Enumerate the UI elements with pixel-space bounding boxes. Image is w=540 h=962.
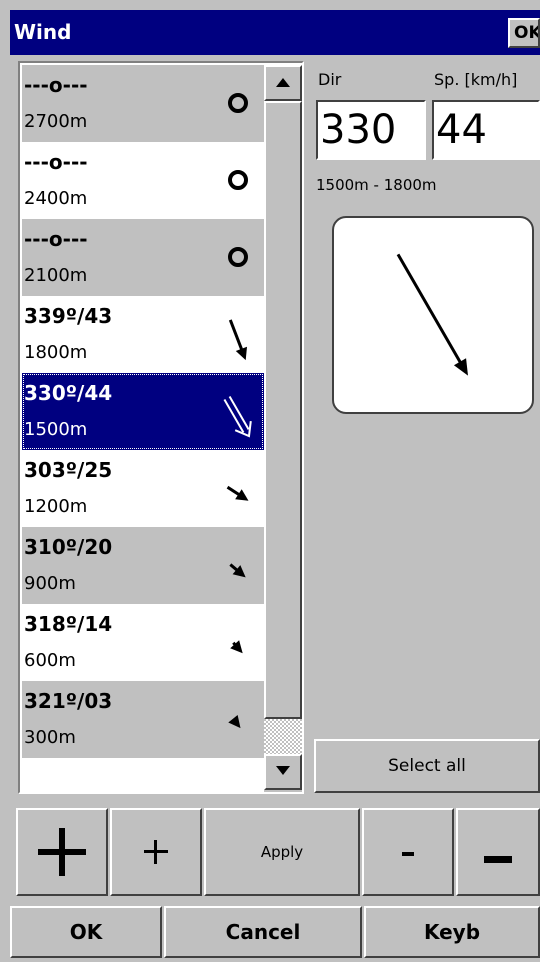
arrow-icon: [223, 395, 252, 438]
altitude-text: 1200m: [24, 496, 88, 517]
scroll-thumb[interactable]: [264, 101, 302, 719]
scroll-down-button[interactable]: [264, 754, 302, 790]
list-item[interactable]: 310º/20 900m: [22, 527, 264, 604]
altitude-text: 2100m: [24, 265, 88, 286]
large-minus-icon: [484, 856, 512, 863]
altitude-range: 1500m - 1800m: [316, 176, 437, 194]
altitude-text: 600m: [24, 650, 76, 671]
wind-value-text: 303º/25: [24, 458, 113, 482]
speed-field[interactable]: 44: [432, 100, 540, 160]
list-item[interactable]: ---o--- 2700m: [22, 65, 264, 142]
altitude-text: 2700m: [24, 111, 88, 132]
wind-value-text: 330º/44: [24, 381, 113, 405]
arrow-icon: [229, 563, 246, 578]
wind-value-text: 310º/20: [24, 535, 113, 559]
altitude-text: 900m: [24, 573, 76, 594]
dir-label: Dir: [318, 70, 342, 89]
altitude-text: 2400m: [24, 188, 88, 209]
direction-field[interactable]: 330: [316, 100, 426, 160]
list-item[interactable]: 318º/14 600m: [22, 604, 264, 681]
apply-button[interactable]: Apply: [204, 808, 360, 896]
arrow-icon: [226, 485, 249, 501]
wind-altitude-list[interactable]: ---o--- 2700m ---o--- 2400m ---o--- 2100m 339º…: [18, 61, 304, 794]
big-increase-button[interactable]: [16, 808, 108, 896]
circle-icon: [228, 93, 248, 113]
small-minus-icon: [402, 852, 414, 856]
list-item[interactable]: 339º/43 1800m: [22, 296, 264, 373]
circle-icon: [228, 170, 248, 190]
small-increase-button[interactable]: [110, 808, 202, 896]
altitude-text: 1500m: [24, 419, 88, 440]
small-plus-icon: [144, 840, 168, 864]
wind-arrow-icon: [396, 253, 468, 376]
speed-label: Sp. [km/h]: [434, 70, 518, 89]
select-all-button[interactable]: Select all: [314, 739, 540, 793]
list-item[interactable]: ---o--- 2400m: [22, 142, 264, 219]
arrow-icon: [228, 319, 248, 361]
keyboard-button[interactable]: Keyb: [364, 906, 540, 958]
list-item[interactable]: 330º/44 1500m: [22, 373, 264, 450]
large-plus-icon: [38, 828, 86, 876]
circle-icon: [228, 247, 248, 267]
wind-value-text: 321º/03: [24, 689, 113, 713]
list-item[interactable]: 321º/03 300m: [22, 681, 264, 758]
wind-value-text: ---o---: [24, 227, 88, 251]
altitude-text: 1800m: [24, 342, 88, 363]
wind-direction-display: [332, 216, 534, 414]
scroll-up-button[interactable]: [264, 65, 302, 101]
list-item[interactable]: ---o--- 2100m: [22, 219, 264, 296]
wind-value-text: ---o---: [24, 150, 88, 174]
list-rows: ---o--- 2700m ---o--- 2400m ---o--- 2100m 339º…: [22, 65, 264, 770]
wind-value-text: ---o---: [24, 766, 88, 770]
arrow-icon: [230, 640, 243, 654]
small-decrease-button[interactable]: [362, 808, 454, 896]
title-bar: Wind OK: [10, 10, 540, 55]
cancel-button[interactable]: Cancel: [164, 906, 362, 958]
wind-value-text: ---o---: [24, 73, 88, 97]
title-ok-button[interactable]: OK: [508, 18, 540, 48]
window-title: Wind: [14, 20, 72, 44]
triangle-up-icon: [276, 78, 290, 87]
arrow-icon: [228, 715, 241, 729]
big-decrease-button[interactable]: [456, 808, 540, 896]
wind-value-text: 318º/14: [24, 612, 113, 636]
list-scrollbar[interactable]: [264, 65, 302, 792]
altitude-text: 300m: [24, 727, 76, 748]
ok-button[interactable]: OK: [10, 906, 162, 958]
wind-value-text: 339º/43: [24, 304, 113, 328]
list-item[interactable]: ---o---: [22, 758, 264, 770]
list-item[interactable]: 303º/25 1200m: [22, 450, 264, 527]
triangle-down-icon: [276, 766, 290, 775]
